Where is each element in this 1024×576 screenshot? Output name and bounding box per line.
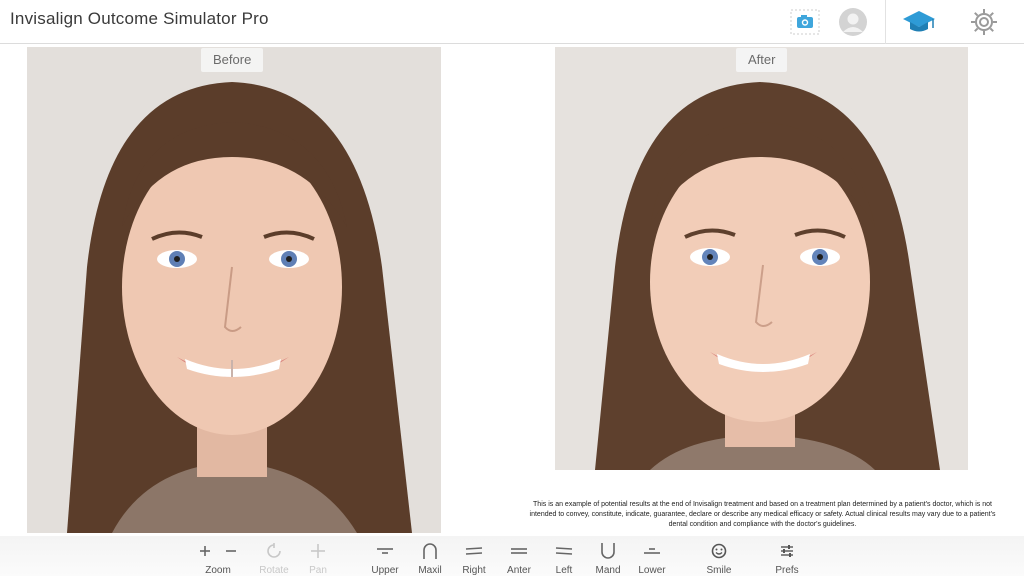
lower-tool[interactable]: Lower: [632, 536, 672, 576]
pan-icon: [311, 544, 325, 558]
mand-tool[interactable]: Mand: [588, 536, 628, 576]
after-photo-pane[interactable]: [555, 47, 968, 470]
anterior-view-icon: [511, 548, 527, 554]
mandibular-arch-icon: [601, 543, 615, 559]
left-tool[interactable]: Left: [544, 536, 584, 576]
left-label: Left: [555, 565, 573, 576]
top-bar: Invisalign Outcome Simulator Pro: [0, 0, 1024, 44]
gear-icon: [971, 9, 997, 35]
camera-button[interactable]: [788, 0, 822, 44]
bottom-toolbar: Zoom Rotate Pan Upper Maxil Right Anter …: [0, 536, 1024, 576]
camera-icon: [790, 9, 820, 35]
anter-label: Anter: [507, 565, 531, 576]
disclaimer-line: This is an example of potential results …: [533, 501, 992, 508]
lower-icon: [644, 548, 660, 554]
disclaimer-line: dental condition and compliance with the…: [668, 521, 857, 528]
user-avatar-button[interactable]: [836, 0, 870, 44]
zoom-in-out-icon: [200, 546, 236, 556]
rotate-label: Rotate: [259, 565, 289, 576]
graduation-cap-icon: [903, 11, 935, 32]
upper-label: Upper: [371, 565, 399, 576]
rotate-icon: [267, 543, 281, 558]
upper-tool[interactable]: Upper: [365, 536, 405, 576]
app-title: Invisalign Outcome Simulator Pro: [10, 9, 269, 28]
before-photo-pane[interactable]: [27, 47, 441, 533]
right-label: Right: [462, 565, 486, 576]
lower-label: Lower: [638, 565, 666, 576]
disclaimer-text: This is an example of potential results …: [505, 500, 1020, 530]
upper-icon: [377, 548, 393, 554]
sliders-icon: [781, 545, 793, 557]
toolbar-separator: [885, 0, 886, 44]
after-label: After: [736, 48, 788, 72]
right-view-icon: [465, 547, 483, 555]
left-view-icon: [555, 547, 573, 555]
education-button[interactable]: [899, 0, 939, 44]
maxil-tool[interactable]: Maxil: [410, 536, 450, 576]
smile-face-icon: [711, 543, 727, 559]
right-tool[interactable]: Right: [454, 536, 494, 576]
before-portrait-image: [27, 47, 441, 533]
smile-label: Smile: [706, 565, 732, 576]
maxil-label: Maxil: [418, 565, 442, 576]
zoom-tool[interactable]: Zoom: [192, 536, 244, 576]
rotate-tool[interactable]: Rotate: [254, 536, 294, 576]
avatar-icon: [839, 8, 867, 36]
anter-tool[interactable]: Anter: [499, 536, 539, 576]
prefs-tool[interactable]: Prefs: [766, 536, 808, 576]
settings-button[interactable]: [964, 0, 1004, 44]
before-label: Before: [201, 48, 264, 72]
disclaimer-line: intended to convey, constitute, indicate…: [529, 511, 996, 518]
prefs-label: Prefs: [775, 565, 799, 576]
smile-tool[interactable]: Smile: [698, 536, 740, 576]
pan-label: Pan: [309, 565, 327, 576]
maxillary-arch-icon: [423, 543, 437, 559]
mand-label: Mand: [595, 565, 621, 576]
zoom-label: Zoom: [205, 565, 231, 576]
after-portrait-image: [555, 47, 968, 470]
pan-tool[interactable]: Pan: [300, 536, 336, 576]
